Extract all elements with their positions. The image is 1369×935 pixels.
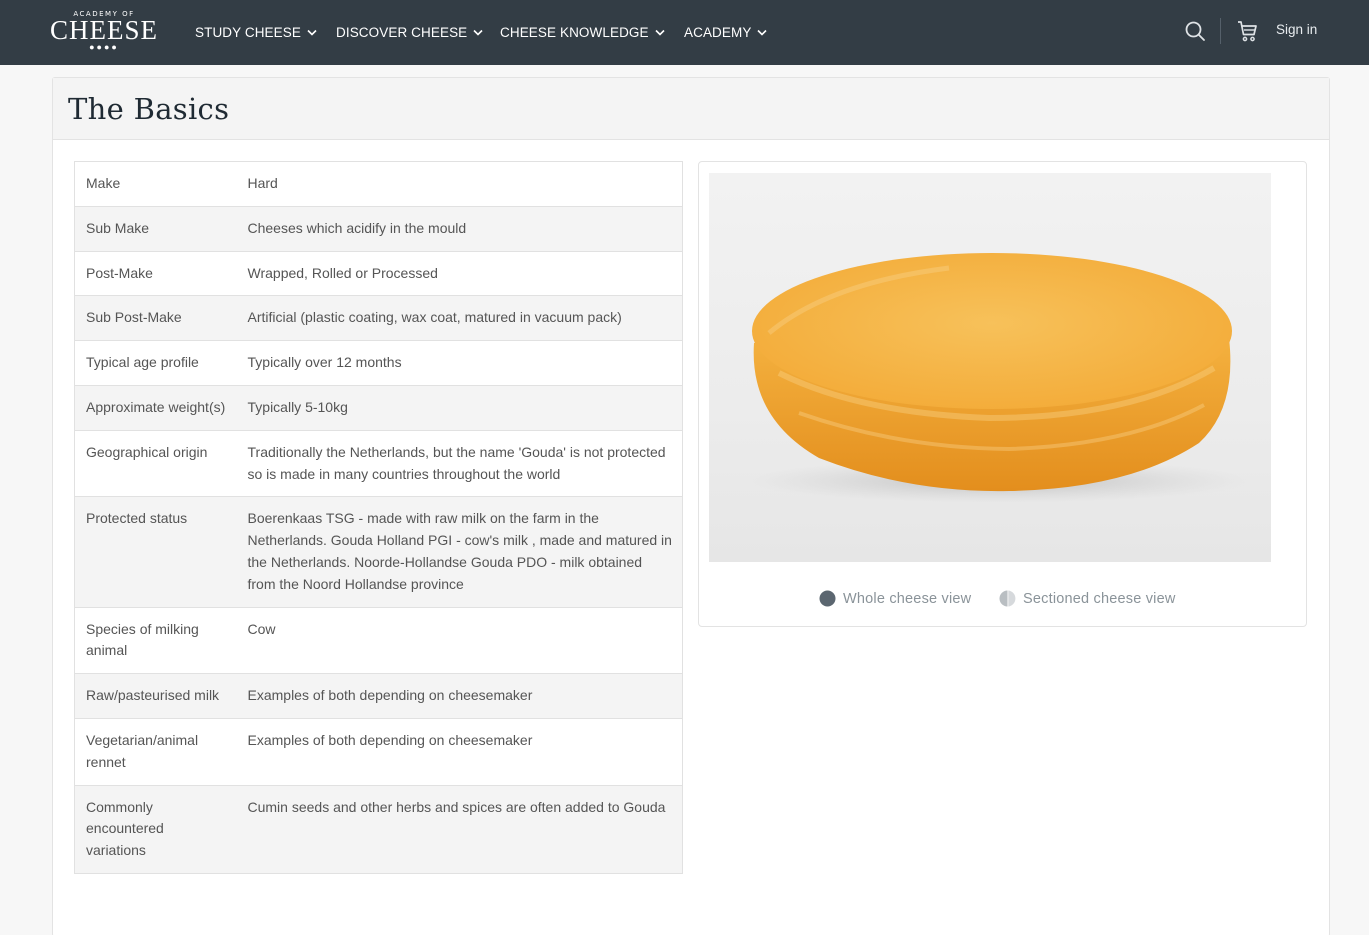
row-value: Cumin seeds and other herbs and spices a… — [236, 784, 683, 874]
table-row: Species of milking animal Cow — [74, 606, 683, 674]
cheese-image-panel: Whole cheese view Sectioned cheese view — [698, 161, 1307, 627]
row-label: Vegetarian/animal rennet — [74, 717, 237, 786]
row-label: Raw/pasteurised milk — [74, 673, 237, 719]
row-label: Post-Make — [74, 250, 237, 296]
row-label: Typical age profile — [74, 340, 237, 386]
row-value: Cow — [236, 606, 683, 674]
table-row: Protected status Boerenkaas TSG - made wi… — [74, 496, 683, 608]
row-label: Species of milking animal — [74, 606, 237, 674]
shopping-cart-icon[interactable] — [1235, 19, 1259, 43]
row-label: Sub Make — [74, 205, 237, 252]
cheese-photo — [709, 173, 1271, 562]
nav-cheese-knowledge[interactable]: CHEESE KNOWLEDGE — [500, 0, 665, 65]
row-label: Protected status — [74, 496, 237, 608]
cheese-details-table: Make Hard Sub Make Cheeses which acidify i… — [74, 161, 683, 874]
table-row: Make Hard — [74, 161, 683, 207]
row-value: Typically over 12 months — [236, 340, 683, 386]
nav-study-cheese[interactable]: STUDY CHEESE — [195, 0, 317, 65]
chevron-down-icon — [307, 29, 317, 36]
nav-study-cheese-label: STUDY CHEESE — [195, 25, 301, 40]
whole-cheese-view-label: Whole cheese view — [843, 590, 972, 607]
sectioned-cheese-view-option[interactable]: Sectioned cheese view — [999, 590, 1176, 607]
logo-main-text: CHEESE — [49, 15, 158, 45]
nav-discover-cheese-label: DISCOVER CHEESE — [336, 25, 468, 40]
row-label: Make — [74, 161, 237, 207]
top-navbar: ACADEMY OF CHEESE ●●●● STUDY CHEESE DISC… — [0, 0, 1369, 65]
section-title: The Basics — [68, 92, 230, 126]
row-value: Artificial (plastic coating, wax coat, m… — [236, 295, 683, 341]
row-label: Geographical origin — [74, 429, 237, 497]
nav-academy[interactable]: ACADEMY — [684, 0, 768, 65]
table-row: Commonly encountered variations Cumin see… — [74, 784, 683, 874]
row-value: Typically 5-10kg — [236, 384, 683, 431]
nav-cheese-knowledge-label: CHEESE KNOWLEDGE — [500, 25, 649, 40]
table-row: Sub Make Cheeses which acidify in the mou… — [74, 205, 683, 252]
nav-divider — [1220, 18, 1221, 44]
half-circle-icon — [999, 590, 1016, 607]
chevron-down-icon — [473, 29, 483, 36]
table-row: Sub Post-Make Artificial (plastic coating… — [74, 295, 683, 341]
row-value: Examples of both depending on cheesemake… — [236, 673, 683, 719]
table-row: Approximate weight(s) Typically 5-10kg — [74, 384, 683, 431]
chevron-down-icon — [757, 29, 768, 36]
nav-academy-label: ACADEMY — [684, 25, 752, 40]
card-header: The Basics — [53, 78, 1329, 140]
row-label: Commonly encountered variations — [74, 784, 237, 874]
row-value: Hard — [236, 161, 683, 207]
table-row: Vegetarian/animal rennet Examples of both… — [74, 717, 683, 786]
row-value: Examples of both depending on cheesemake… — [236, 717, 683, 786]
sign-in-link[interactable]: Sign in — [1276, 22, 1317, 37]
row-value: Boerenkaas TSG - made with raw milk on t… — [236, 496, 683, 608]
row-value: Traditionally the Netherlands, but the n… — [236, 429, 683, 497]
whole-cheese-view-option[interactable]: Whole cheese view — [819, 590, 971, 607]
academy-of-cheese-logo[interactable]: ACADEMY OF CHEESE ●●●● — [48, 10, 160, 52]
row-label: Sub Post-Make — [74, 295, 237, 341]
row-value: Cheeses which acidify in the mould — [236, 205, 683, 252]
sectioned-cheese-view-label: Sectioned cheese view — [1023, 590, 1176, 607]
row-label: Approximate weight(s) — [74, 384, 237, 431]
gouda-wheel-illustration — [749, 253, 1249, 503]
chevron-down-icon — [655, 29, 665, 36]
table-row: Geographical origin Traditionally the Net… — [74, 429, 683, 497]
table-row: Raw/pasteurised milk Examples of both dep… — [74, 673, 683, 719]
table-row: Typical age profile Typically over 12 mon… — [74, 340, 683, 386]
search-icon[interactable] — [1184, 20, 1206, 42]
full-circle-icon — [819, 590, 836, 607]
row-value: Wrapped, Rolled or Processed — [236, 250, 683, 296]
nav-discover-cheese[interactable]: DISCOVER CHEESE — [336, 0, 483, 65]
table-row: Post-Make Wrapped, Rolled or Processed — [74, 250, 683, 296]
